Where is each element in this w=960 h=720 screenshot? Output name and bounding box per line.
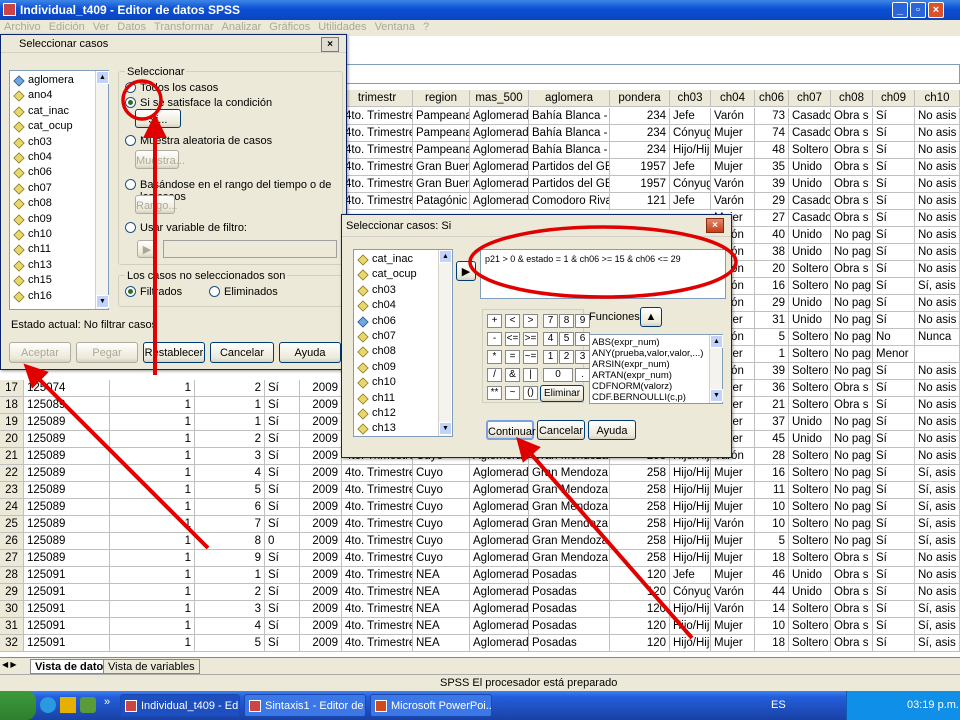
annotation-overlay xyxy=(23,79,738,640)
annotation-arrow-to-ok xyxy=(23,363,210,550)
annotation-ellipse-expression xyxy=(468,225,738,299)
annotation-circle-if-option xyxy=(121,79,163,121)
annotation-arrow-to-continue xyxy=(516,436,694,640)
